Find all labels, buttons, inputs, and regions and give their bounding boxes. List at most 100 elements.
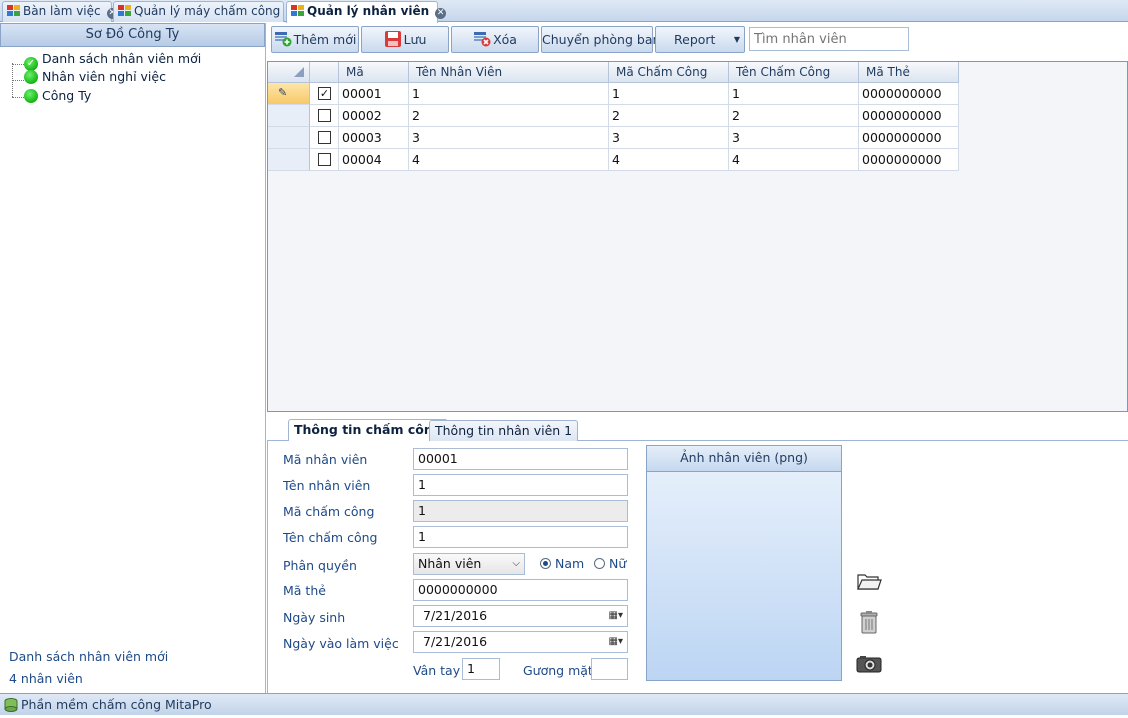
table-cell[interactable]: 4 <box>609 149 729 171</box>
row-indicator[interactable] <box>268 105 310 127</box>
row-checkbox-cell[interactable] <box>310 105 339 127</box>
label-guong-mat: Gương mặt <box>523 663 593 678</box>
table-cell[interactable]: 4 <box>729 149 859 171</box>
status-bar: Phần mềm chấm công MitaPro <box>0 693 1128 715</box>
table-cell[interactable]: 3 <box>729 127 859 149</box>
table-cell[interactable]: 0000000000 <box>859 127 959 149</box>
label-phan-quyen: Phân quyền <box>283 558 357 573</box>
save-button-label: Lưu <box>403 32 427 47</box>
save-disk-icon <box>384 30 402 47</box>
save-button[interactable]: Lưu <box>361 26 449 53</box>
tree-item-label: Nhân viên nghỉ việc <box>42 69 166 84</box>
birth-date-value: 7/21/2016 <box>423 608 488 623</box>
grid-header-checkbox[interactable] <box>310 62 339 83</box>
calendar-dropdown-icon[interactable]: ▦▾ <box>609 634 623 650</box>
employee-photo-box[interactable]: Ảnh nhân viên (png) <box>646 445 842 681</box>
tab-employees[interactable]: Quản lý nhân viên ✕ <box>286 1 447 23</box>
checkbox[interactable] <box>318 131 331 144</box>
grid-header-ten-nhan-vien[interactable]: Tên Nhân Viên <box>409 62 609 83</box>
delete-button-label: Xóa <box>493 32 517 47</box>
camera-icon[interactable] <box>856 654 882 674</box>
grid-header-ma-the[interactable]: Mã Thẻ <box>859 62 959 83</box>
checkbox[interactable] <box>318 153 331 166</box>
chevron-down-icon: ⌵ <box>512 558 520 569</box>
tab-attendance-info[interactable]: Thông tin chấm công <box>288 419 448 441</box>
face-field[interactable] <box>591 658 628 680</box>
table-cell[interactable]: 3 <box>409 127 609 149</box>
table-cell[interactable]: 2 <box>409 105 609 127</box>
add-button[interactable]: Thêm mới <box>271 26 359 53</box>
close-icon[interactable]: ✕ <box>435 8 447 19</box>
tab-employees-label: Quản lý nhân viên <box>307 4 430 18</box>
document-tab-bar: Bàn làm việc✕ Quản lý máy chấm công✕ Quả… <box>0 0 1128 23</box>
table-cell[interactable]: 00001 <box>339 83 409 105</box>
table-cell[interactable]: 3 <box>609 127 729 149</box>
sidebar-header: Sơ Đồ Công Ty <box>0 23 265 47</box>
row-checkbox-cell[interactable] <box>310 149 339 171</box>
tab-attendance-machines[interactable]: Quản lý máy chấm công✕ <box>113 1 298 22</box>
sidebar-footer-count: 4 nhân viên <box>9 671 83 686</box>
table-cell[interactable]: 0000000000 <box>859 105 959 127</box>
ma-cham-cong-field[interactable]: 1 <box>413 500 628 522</box>
tab-employee-info-1[interactable]: Thông tin nhân viên 1 <box>429 420 579 441</box>
table-cell[interactable]: 4 <box>409 149 609 171</box>
transfer-department-button[interactable]: Chuyển phòng ban <box>541 26 660 53</box>
label-ma-the: Mã thẻ <box>283 583 326 598</box>
row-checkbox-cell[interactable] <box>310 127 339 149</box>
row-indicator[interactable] <box>268 149 310 171</box>
calendar-dropdown-icon[interactable]: ▦▾ <box>609 608 623 624</box>
table-cell[interactable]: 00003 <box>339 127 409 149</box>
photo-title: Ảnh nhân viên (png) <box>647 446 841 472</box>
tree-item-label: Danh sách nhân viên mới <box>42 51 202 66</box>
table-cell[interactable]: 0000000000 <box>859 149 959 171</box>
panel-border <box>267 440 268 693</box>
tree-item-resigned-employees[interactable]: Nhân viên nghỉ việc <box>24 68 166 86</box>
table-cell[interactable]: 1 <box>729 83 859 105</box>
role-select-value: Nhân viên <box>418 556 482 571</box>
tree-item-new-employees[interactable]: ✓ Danh sách nhân viên mới <box>24 50 202 71</box>
open-folder-icon[interactable] <box>856 570 882 592</box>
birth-date-picker[interactable]: 7/21/2016 ▦▾ <box>413 605 628 627</box>
row-checkbox-cell[interactable]: ✓ <box>310 83 339 105</box>
status-text: Phần mềm chấm công MitaPro <box>21 697 212 712</box>
table-cell[interactable]: 0000000000 <box>859 83 959 105</box>
grid-header-ten-cham-cong[interactable]: Tên Chấm Công <box>729 62 859 83</box>
row-indicator[interactable] <box>268 127 310 149</box>
table-cell[interactable]: 2 <box>609 105 729 127</box>
employee-detail-panel: Thông tin chấm công Thông tin nhân viên … <box>267 418 1128 693</box>
checkbox-checked[interactable]: ✓ <box>318 87 331 100</box>
ma-the-field[interactable]: 0000000000 <box>413 579 628 601</box>
tree-item-company[interactable]: Công Ty <box>24 87 91 105</box>
window-icon <box>118 5 132 17</box>
fingerprint-field[interactable]: 1 <box>462 658 500 680</box>
add-button-label: Thêm mới <box>293 32 357 47</box>
delete-button[interactable]: Xóa <box>451 26 539 53</box>
trash-icon[interactable] <box>859 611 879 635</box>
grid-header-ma-cham-cong[interactable]: Mã Chấm Công <box>609 62 729 83</box>
tab-desktop[interactable]: Bàn làm việc✕ <box>2 1 118 22</box>
tree-branch <box>12 80 24 81</box>
gender-male-radio[interactable] <box>540 558 551 569</box>
add-document-icon <box>274 30 292 47</box>
database-icon <box>4 697 18 712</box>
delete-document-icon <box>473 30 491 47</box>
start-date-picker[interactable]: 7/21/2016 ▦▾ <box>413 631 628 653</box>
table-cell[interactable]: 2 <box>729 105 859 127</box>
search-employee-input[interactable] <box>749 27 909 51</box>
pencil-icon: ✎ <box>278 86 288 99</box>
checkbox[interactable] <box>318 109 331 122</box>
grid-header-ma[interactable]: Mã <box>339 62 409 83</box>
report-dropdown-button[interactable]: Report ▼ <box>655 26 745 53</box>
role-select[interactable]: Nhân viên ⌵ <box>413 553 525 575</box>
table-cell[interactable]: 1 <box>409 83 609 105</box>
row-indicator[interactable]: ✎ <box>268 83 310 105</box>
sidebar-footer-title: Danh sách nhân viên mới <box>9 649 169 664</box>
table-cell[interactable]: 00002 <box>339 105 409 127</box>
ma-nhan-vien-field[interactable]: 00001 <box>413 448 628 470</box>
gender-female-radio[interactable] <box>594 558 605 569</box>
ten-nhan-vien-field[interactable]: 1 <box>413 474 628 496</box>
grid-corner[interactable] <box>268 62 310 83</box>
table-cell[interactable]: 00004 <box>339 149 409 171</box>
ten-cham-cong-field[interactable]: 1 <box>413 526 628 548</box>
table-cell[interactable]: 1 <box>609 83 729 105</box>
